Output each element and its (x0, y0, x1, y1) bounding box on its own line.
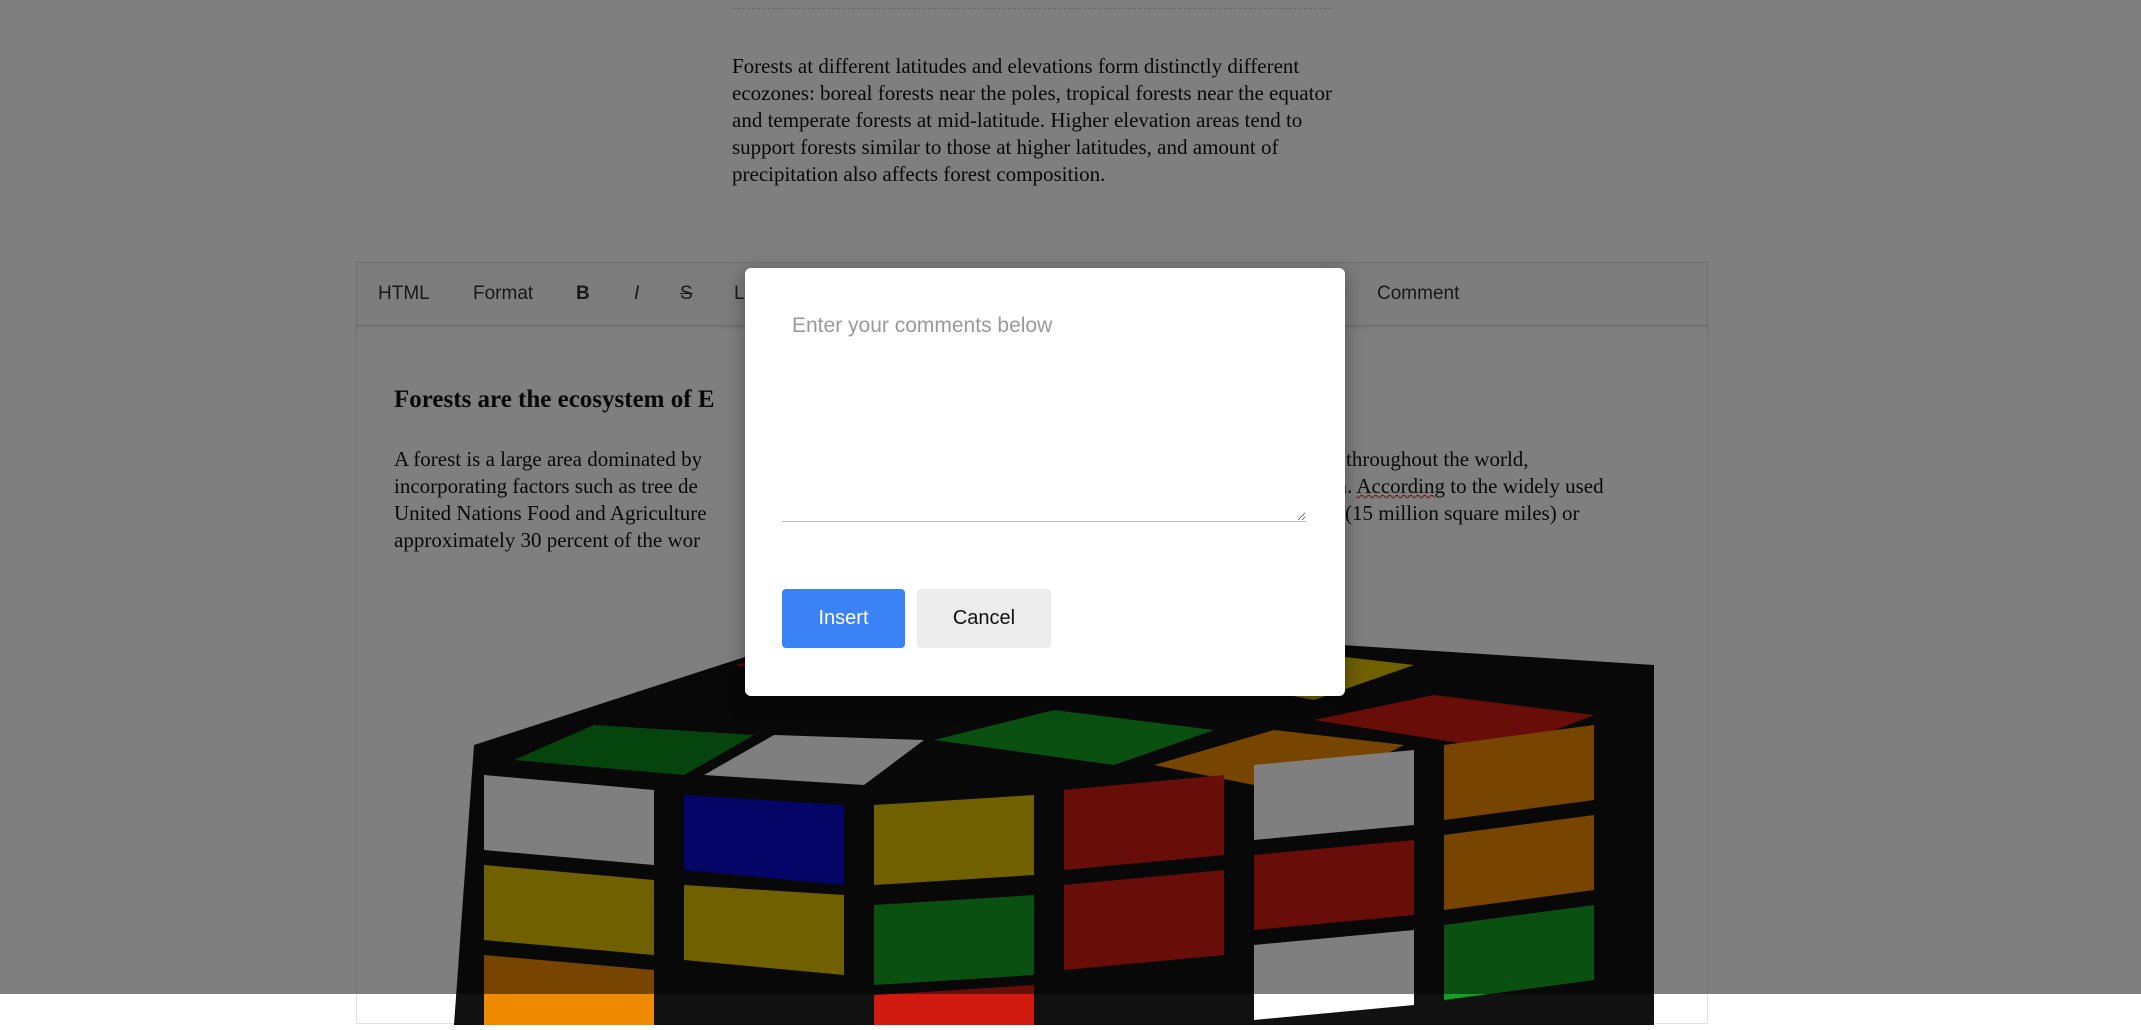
comment-dialog: Insert Cancel (745, 268, 1345, 696)
cancel-button[interactable]: Cancel (917, 589, 1051, 648)
insert-button[interactable]: Insert (782, 589, 905, 648)
comment-textarea[interactable] (782, 306, 1306, 522)
